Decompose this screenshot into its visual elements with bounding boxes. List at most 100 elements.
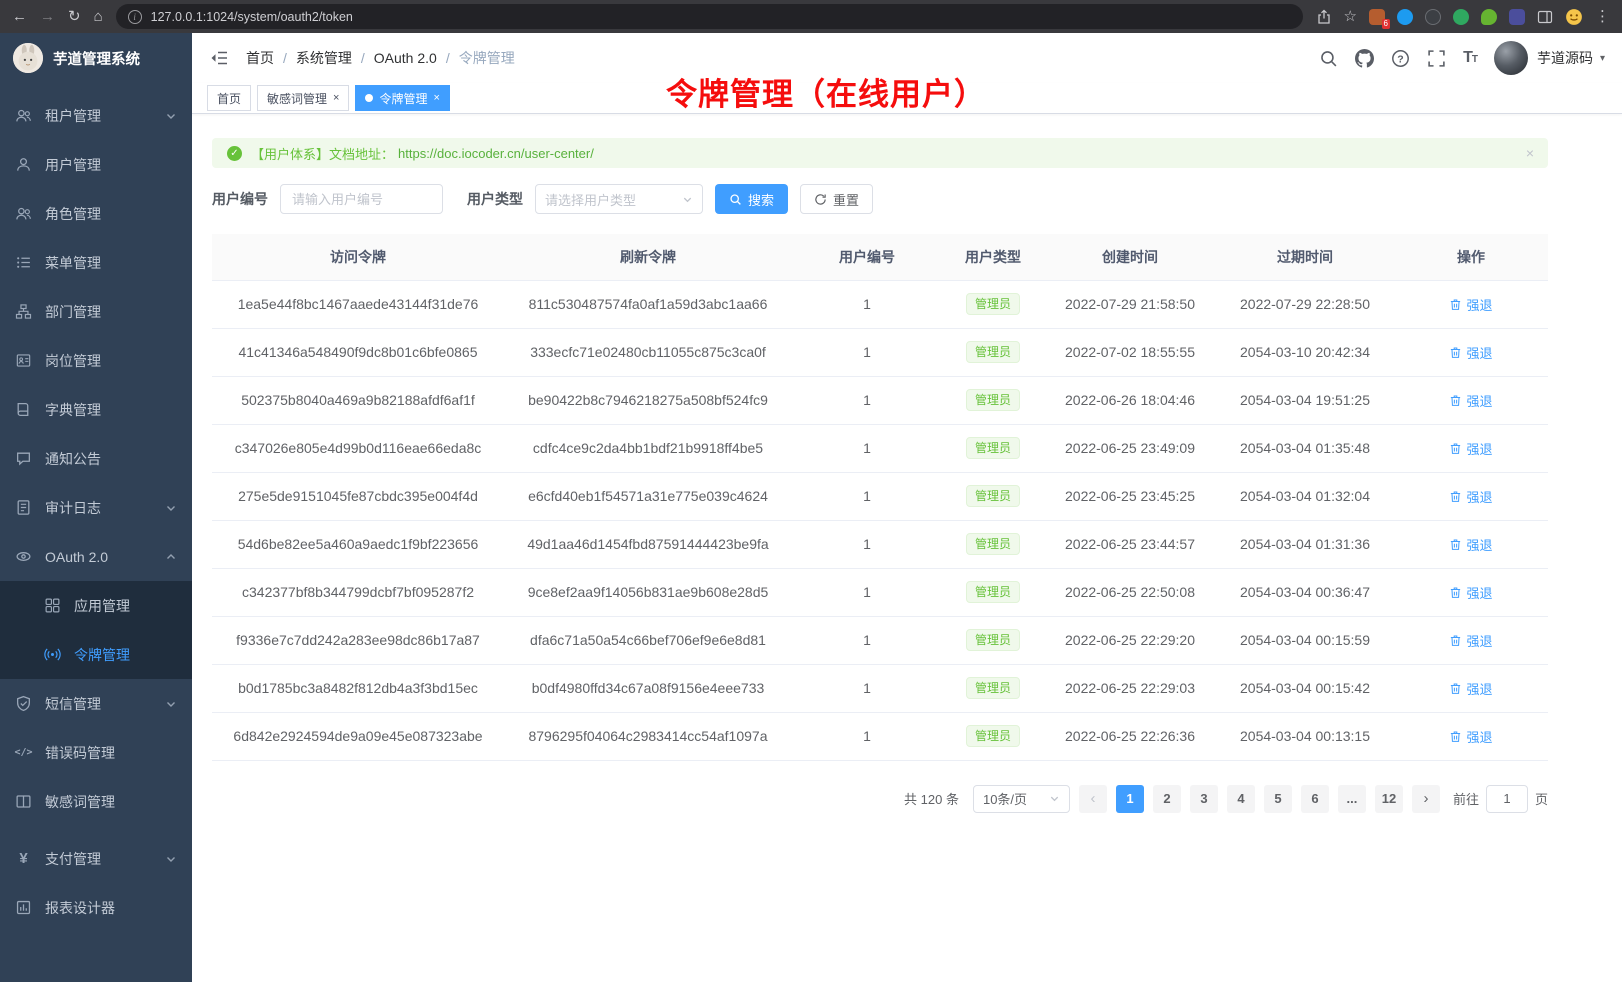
force-logout-button[interactable]: 强退 bbox=[1449, 439, 1492, 458]
search-icon[interactable] bbox=[1319, 49, 1338, 68]
user-type-badge: 管理员 bbox=[966, 341, 1020, 363]
sidebar-item-oauth[interactable]: OAuth 2.0 bbox=[0, 532, 192, 581]
prev-page-button[interactable]: ‹ bbox=[1079, 785, 1107, 813]
sidebar-item-menu[interactable]: 菜单管理 bbox=[0, 238, 192, 287]
tab-close-icon[interactable]: × bbox=[333, 93, 339, 104]
share-icon[interactable] bbox=[1316, 9, 1332, 25]
sidebar-item-notice[interactable]: 通知公告 bbox=[0, 434, 192, 483]
sms-shield-icon bbox=[15, 695, 32, 712]
sidebar-fold-icon[interactable] bbox=[209, 48, 229, 68]
page-size-select[interactable]: 10条/页 bbox=[973, 785, 1070, 813]
page-button[interactable]: 3 bbox=[1190, 785, 1218, 813]
back-icon[interactable]: ← bbox=[12, 9, 27, 24]
user-icon bbox=[15, 156, 32, 173]
sidebar-item-post[interactable]: 岗位管理 bbox=[0, 336, 192, 385]
tab-sensitive-word[interactable]: 敏感词管理 × bbox=[257, 85, 349, 111]
url-text: 127.0.0.1:1024/system/oauth2/token bbox=[151, 10, 353, 24]
extension-dark-icon[interactable] bbox=[1425, 9, 1441, 25]
sidebar-item-role[interactable]: 角色管理 bbox=[0, 189, 192, 238]
sidebar-item-error-code[interactable]: </> 错误码管理 bbox=[0, 728, 192, 777]
sidebar-item-oauth-app[interactable]: 应用管理 bbox=[0, 581, 192, 630]
breadcrumb-home[interactable]: 首页 bbox=[246, 48, 274, 68]
page-button-last[interactable]: 12 bbox=[1375, 785, 1403, 813]
sidebar-item-label: 审计日志 bbox=[45, 498, 101, 518]
extension-icon[interactable]: 6 bbox=[1369, 9, 1385, 25]
reload-icon[interactable]: ↻ bbox=[68, 9, 81, 24]
delete-icon bbox=[1449, 298, 1462, 311]
breadcrumb-oauth[interactable]: OAuth 2.0 bbox=[374, 50, 437, 66]
more-pages-button[interactable]: ... bbox=[1338, 785, 1366, 813]
delete-icon bbox=[1449, 490, 1462, 503]
app-logo[interactable]: 芋道管理系统 bbox=[0, 33, 192, 83]
token-icon bbox=[44, 646, 61, 663]
delete-icon bbox=[1449, 730, 1462, 743]
sidebar-item-oauth-token[interactable]: 令牌管理 bbox=[0, 630, 192, 679]
reset-button[interactable]: 重置 bbox=[800, 184, 873, 214]
tab-token[interactable]: 令牌管理 × bbox=[355, 85, 449, 111]
sidebar-item-label: 令牌管理 bbox=[74, 645, 130, 665]
tenant-users-icon bbox=[15, 107, 32, 124]
roles-icon bbox=[15, 205, 32, 222]
user-type-badge: 管理员 bbox=[966, 389, 1020, 411]
force-logout-button[interactable]: 强退 bbox=[1449, 343, 1492, 362]
sidebar-item-report-designer[interactable]: 报表设计器 bbox=[0, 883, 192, 932]
alert-doc-link[interactable]: https://doc.iocoder.cn/user-center/ bbox=[398, 146, 594, 161]
help-icon[interactable]: ? bbox=[1391, 49, 1410, 68]
force-logout-button[interactable]: 强退 bbox=[1449, 391, 1492, 410]
doc-alert: ✓ 【用户体系】文档地址： https://doc.iocoder.cn/use… bbox=[212, 138, 1548, 168]
sidebar-item-user[interactable]: 用户管理 bbox=[0, 140, 192, 189]
page-button[interactable]: 2 bbox=[1153, 785, 1181, 813]
username[interactable]: 芋道源码 bbox=[1537, 48, 1593, 68]
logo-avatar bbox=[13, 43, 43, 73]
user-type-select[interactable]: 请选择用户类型 bbox=[535, 184, 703, 214]
side-panel-icon[interactable] bbox=[1537, 9, 1553, 25]
caret-down-icon[interactable]: ▾ bbox=[1600, 53, 1605, 64]
force-logout-button[interactable]: 强退 bbox=[1449, 631, 1492, 650]
page-button[interactable]: 5 bbox=[1264, 785, 1292, 813]
user-id-input[interactable] bbox=[280, 184, 443, 214]
search-button[interactable]: 搜索 bbox=[715, 184, 788, 214]
chevron-down-icon bbox=[682, 194, 693, 205]
extension-green-icon[interactable] bbox=[1453, 9, 1469, 25]
sidebar-item-sensitive-word[interactable]: 敏感词管理 bbox=[0, 777, 192, 826]
page-button[interactable]: 6 bbox=[1301, 785, 1329, 813]
fullscreen-icon[interactable] bbox=[1427, 49, 1446, 68]
force-logout-button[interactable]: 强退 bbox=[1449, 295, 1492, 314]
force-logout-button[interactable]: 强退 bbox=[1449, 535, 1492, 554]
sidebar-item-audit-log[interactable]: 审计日志 bbox=[0, 483, 192, 532]
sidebar-item-pay[interactable]: ¥ 支付管理 bbox=[0, 834, 192, 883]
kebab-menu-icon[interactable]: ⋮ bbox=[1595, 9, 1610, 24]
page-button[interactable]: 1 bbox=[1116, 785, 1144, 813]
force-logout-button[interactable]: 强退 bbox=[1449, 727, 1492, 746]
home-icon[interactable]: ⌂ bbox=[94, 9, 103, 24]
bookmark-star-icon[interactable]: ☆ bbox=[1344, 9, 1357, 24]
site-info-icon[interactable]: i bbox=[128, 10, 142, 24]
sidebar-menu: 租户管理 用户管理 角色管理 菜单管理 部门管理 岗位管理 字典管理 bbox=[0, 83, 192, 932]
tab-close-icon[interactable]: × bbox=[433, 93, 439, 104]
force-logout-button[interactable]: 强退 bbox=[1449, 679, 1492, 698]
extension-leaf-icon[interactable] bbox=[1481, 9, 1497, 25]
tab-home[interactable]: 首页 bbox=[207, 85, 251, 111]
extension-purple-icon[interactable] bbox=[1509, 9, 1525, 25]
sidebar-item-label: 错误码管理 bbox=[45, 743, 115, 763]
user-avatar[interactable] bbox=[1494, 41, 1528, 75]
user-type-badge: 管理员 bbox=[966, 677, 1020, 699]
github-icon[interactable] bbox=[1355, 49, 1374, 68]
force-logout-button[interactable]: 强退 bbox=[1449, 487, 1492, 506]
sidebar-item-department[interactable]: 部门管理 bbox=[0, 287, 192, 336]
col-refresh-token: 刷新令牌 bbox=[504, 234, 792, 280]
next-page-button[interactable]: › bbox=[1412, 785, 1440, 813]
forward-icon[interactable]: → bbox=[40, 9, 55, 24]
alert-close-icon[interactable]: × bbox=[1526, 145, 1534, 161]
address-bar[interactable]: i 127.0.0.1:1024/system/oauth2/token bbox=[116, 4, 1303, 29]
breadcrumb-system[interactable]: 系统管理 bbox=[296, 48, 352, 68]
sidebar-item-sms[interactable]: 短信管理 bbox=[0, 679, 192, 728]
extension-bird-icon[interactable] bbox=[1397, 9, 1413, 25]
force-logout-button[interactable]: 强退 bbox=[1449, 583, 1492, 602]
profile-emoji-icon[interactable] bbox=[1565, 8, 1583, 26]
goto-page-input[interactable] bbox=[1486, 785, 1528, 813]
font-size-icon[interactable]: TT bbox=[1463, 49, 1477, 67]
page-button[interactable]: 4 bbox=[1227, 785, 1255, 813]
sidebar-item-dict[interactable]: 字典管理 bbox=[0, 385, 192, 434]
sidebar-item-tenant[interactable]: 租户管理 bbox=[0, 91, 192, 140]
